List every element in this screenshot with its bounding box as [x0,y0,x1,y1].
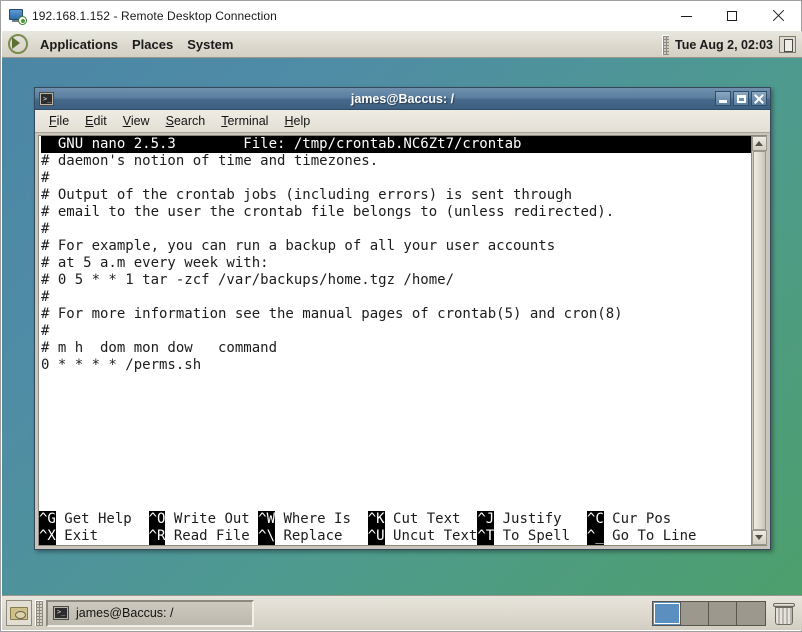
workspace-2[interactable] [681,602,709,625]
nano-shortcut[interactable]: ^X Exit [39,528,149,545]
nano-shortcut-key: ^G [39,511,56,528]
nano-shortcut-key: ^J [477,511,495,528]
nano-shortcut-key: ^W [258,511,276,528]
nano-shortcut[interactable]: ^\ Replace [258,528,368,545]
desktop-background: >_ james@Baccus: / File Edit View Search… [2,58,802,597]
terminal-icon: >_ [53,606,69,620]
rdc-close-button[interactable] [755,1,801,31]
nano-shortcut-key: ^\ [258,528,276,545]
nano-header-bar: GNU nano 2.5.3 File: /tmp/crontab.NC6Zt7… [41,136,751,153]
panel-clock[interactable]: Tue Aug 2, 02:03 [675,38,773,52]
nano-shortcut-key: ^R [148,528,166,545]
terminal-body: GNU nano 2.5.3 File: /tmp/crontab.NC6Zt7… [38,135,767,546]
nano-shortcut-label: Read File [165,528,259,544]
device-icon[interactable] [779,36,796,53]
nano-shortcut-key: ^T [477,528,495,545]
workspace-3[interactable] [709,602,737,625]
nano-shortcut-label: Get Help [55,511,149,527]
nano-shortcut[interactable]: ^O Write Out [148,511,259,528]
nano-shortcut-label: Justify [494,511,587,527]
rdc-minimize-button[interactable] [663,1,709,31]
remote-desktop-window: 192.168.1.152 - Remote Desktop Connectio… [0,0,802,632]
menu-system[interactable]: System [180,34,240,55]
scroll-down-icon[interactable] [751,530,767,545]
scrollbar-track[interactable] [751,151,767,530]
scrollbar-thumb[interactable] [752,151,766,530]
nano-shortcut[interactable]: ^K Cut Text [367,511,478,528]
nano-shortcut[interactable]: ^J Justify [477,511,587,528]
nano-shortcut-key: ^K [367,511,385,528]
panel-drag-grip[interactable] [662,34,670,55]
nano-shortcut-label: Where Is [275,511,368,527]
menu-places[interactable]: Places [125,34,180,55]
nano-shortcut-label: Cut Text [384,511,478,527]
nano-shortcut[interactable]: ^U Uncut Text [367,528,478,545]
nano-shortcut-key: ^C [586,511,604,528]
menu-view[interactable]: View [115,112,158,130]
nano-shortcut-label: Replace [275,528,368,544]
nano-shortcut[interactable]: ^_ Go To Line [586,528,697,545]
gnome-panel-right: Tue Aug 2, 02:03 [662,31,802,58]
nano-shortcut[interactable]: ^T To Spell [477,528,587,545]
rdc-window-controls [663,1,801,31]
nano-shortcut-bar: ^G Get Help ^O Write Out ^W Where Is ^K … [39,511,751,545]
terminal-icon: >_ [39,91,54,106]
nano-shortcut-label: Uncut Text [384,528,478,544]
terminal-maximize-button[interactable] [733,91,749,106]
nano-shortcut-key: ^O [148,511,166,528]
terminal-minimize-button[interactable] [715,91,731,106]
nano-shortcut[interactable]: ^G Get Help [39,511,149,528]
terminal-close-button[interactable] [751,91,767,106]
gnome-bottom-panel: >_ james@Baccus: / [2,595,802,630]
workspace-switcher[interactable] [652,601,766,626]
gnome-foot-icon[interactable] [7,33,29,55]
nano-shortcut-key: ^U [367,528,385,545]
rdc-maximize-button[interactable] [709,1,755,31]
menu-terminal[interactable]: Terminal [213,112,276,130]
nano-shortcut-row-1: ^G Get Help ^O Write Out ^W Where Is ^K … [39,511,751,528]
show-desktop-icon[interactable] [6,600,32,626]
terminal-scrollbar[interactable] [751,136,767,545]
nano-shortcut-row-2: ^X Exit ^R Read File ^\ Replace ^U Uncut… [39,528,751,545]
rdc-titlebar: 192.168.1.152 - Remote Desktop Connectio… [1,1,801,31]
taskbar-item-label: james@Baccus: / [76,606,174,620]
trash-icon[interactable] [772,601,796,627]
nano-shortcut-key: ^_ [586,528,604,545]
nano-shortcut-label: Write Out [165,511,259,527]
menu-search[interactable]: Search [158,112,214,130]
workspace-4[interactable] [737,602,765,625]
nano-shortcut-label: To Spell [494,528,587,544]
nano-shortcut[interactable]: ^C Cur Pos [586,511,672,528]
remote-desktop-icon [9,8,27,25]
menu-help[interactable]: Help [276,112,318,130]
nano-shortcut[interactable]: ^R Read File [148,528,259,545]
nano-shortcut-label: Exit [55,528,149,544]
nano-filename-label: File: /tmp/crontab.NC6Zt7/crontab [175,136,522,152]
menu-file[interactable]: File [41,112,77,130]
taskbar-drag-grip[interactable] [35,600,43,626]
terminal-title-label: james@Baccus: / [350,91,455,106]
nano-shortcut[interactable]: ^W Where Is [258,511,368,528]
taskbar-right [652,596,802,631]
menu-applications[interactable]: Applications [33,34,125,55]
gnome-panel-menus: Applications Places System [2,31,240,57]
terminal-menubar: File Edit View Search Terminal Help [35,110,770,133]
taskbar-item-terminal[interactable]: >_ james@Baccus: / [46,599,254,627]
terminal-window-controls [715,91,767,106]
terminal-window: >_ james@Baccus: / File Edit View Search… [34,87,771,550]
nano-buffer-text[interactable]: # daemon's notion of time and timezones.… [41,153,751,374]
scroll-up-icon[interactable] [751,136,767,151]
nano-version-label: GNU nano 2.5.3 [41,136,176,152]
nano-shortcut-label: Cur Pos [603,511,672,527]
rdc-title-label: 192.168.1.152 - Remote Desktop Connectio… [32,9,277,23]
gnome-top-panel: Applications Places System Tue Aug 2, 02… [2,31,802,58]
workspace-1[interactable] [653,602,681,625]
nano-editor-screen[interactable]: GNU nano 2.5.3 File: /tmp/crontab.NC6Zt7… [39,136,751,545]
menu-edit[interactable]: Edit [77,112,115,130]
nano-shortcut-label: Go To Line [603,528,697,544]
nano-shortcut-key: ^X [39,528,56,545]
terminal-titlebar[interactable]: >_ james@Baccus: / [35,88,770,110]
